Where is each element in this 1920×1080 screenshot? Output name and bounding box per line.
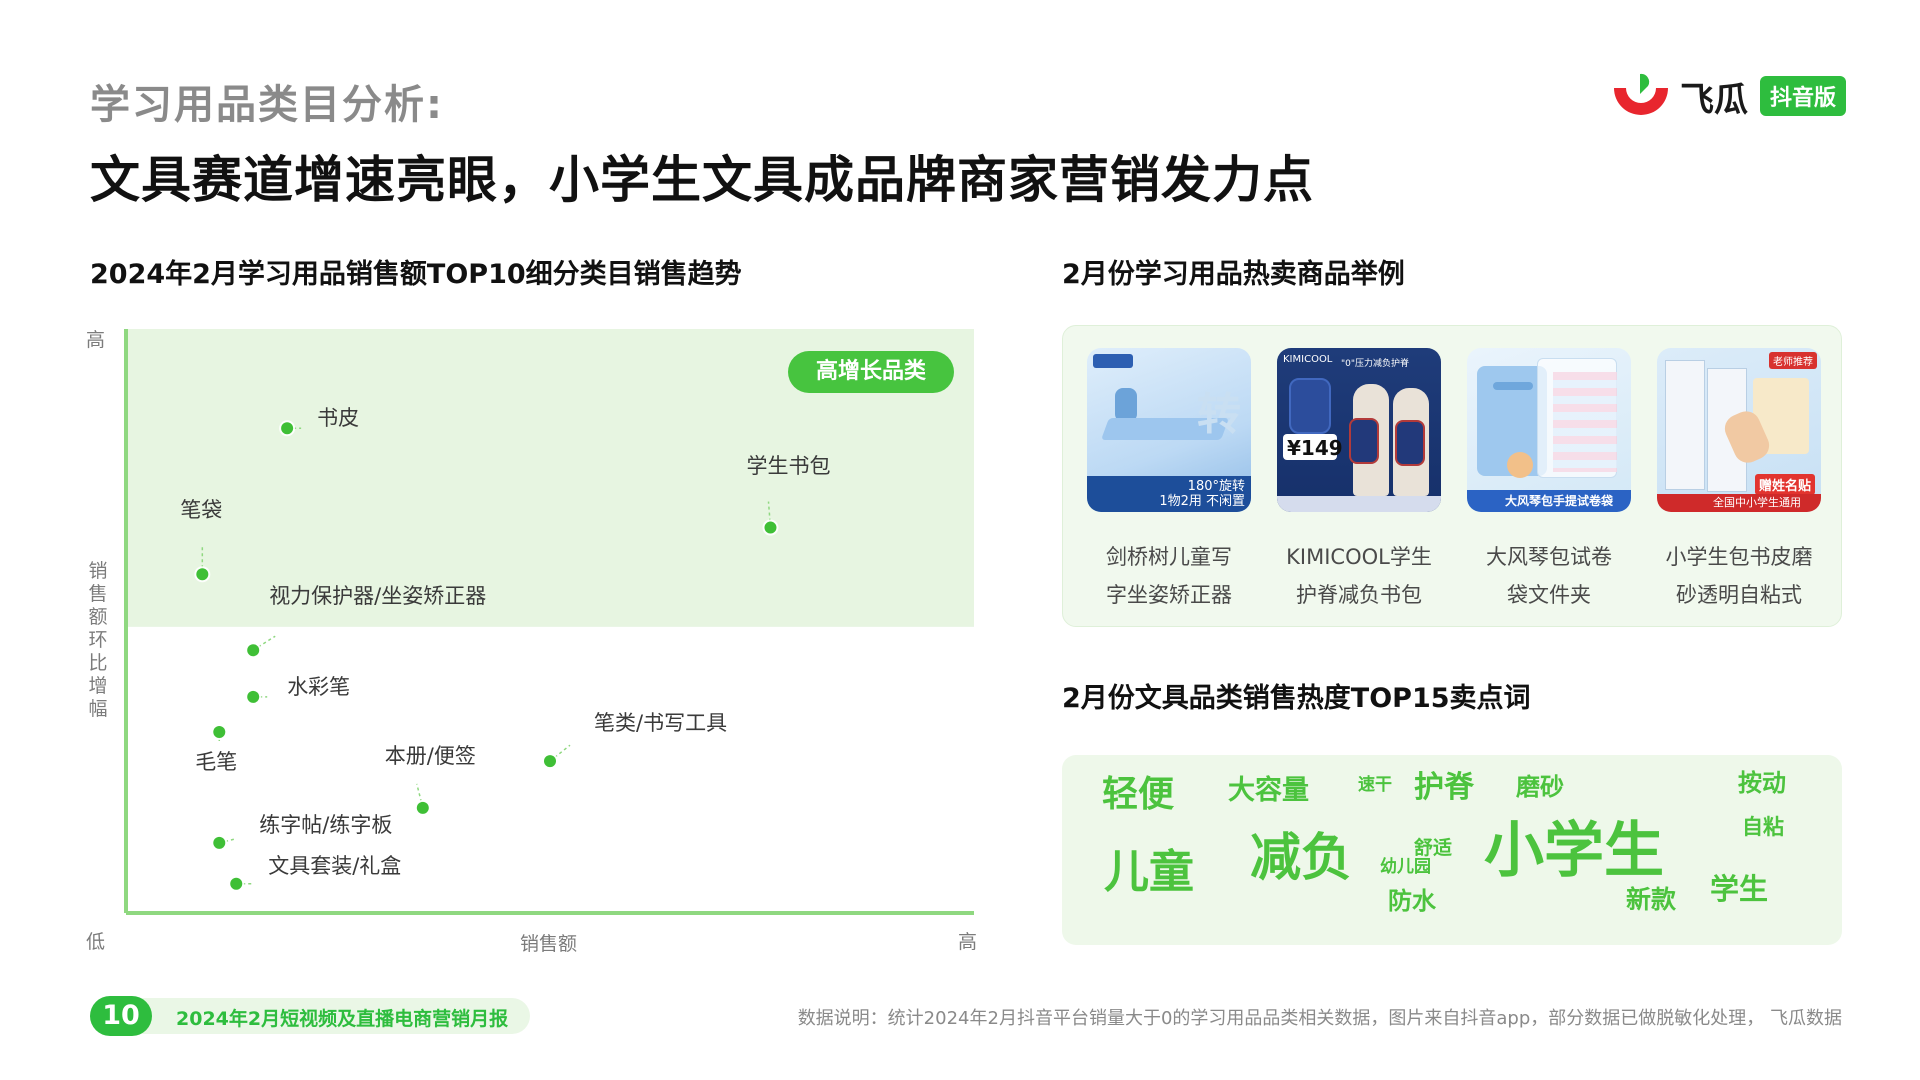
data-point-label: 水彩笔 — [287, 674, 351, 699]
data-point-label: 本册/便签 — [384, 743, 476, 768]
keyword: 按动 — [1738, 769, 1786, 797]
keyword: 儿童 — [1104, 845, 1195, 898]
data-point-label: 视力保护器/坐姿矫正器 — [269, 584, 487, 609]
product-name: 小学生包书皮磨 砂透明自粘式 — [1665, 545, 1813, 607]
keyword: 自粘 — [1742, 815, 1784, 839]
page-title: 文具赛道增速亮眼，小学生文具成品牌商家营销发力点 — [90, 151, 1314, 209]
brand-logo: 飞瓜 抖音版 — [1610, 66, 1850, 128]
keywords-section-title: 2月份文具品类销售热度TOP15卖点词 — [1062, 683, 1531, 714]
data-point — [281, 422, 294, 435]
product-thumb-caption: ¥149 — [1287, 436, 1343, 460]
keyword-cloud: 小学生 减负 儿童 轻便 大容量 护脊 新款 学生 磨砂 按动 自粘 防水 舒适… — [1062, 755, 1842, 945]
data-point — [247, 690, 260, 703]
product-thumb-caption: 全国中小学生通用 — [1713, 496, 1801, 509]
product-thumb-sub: "0"压力减负护脊 — [1341, 359, 1410, 369]
keyword: 减负 — [1250, 829, 1353, 888]
product-thumbnail: 转 180°旋转 1物2用 不闲置 — [1087, 348, 1251, 512]
logo-badge: 抖音版 — [1760, 76, 1847, 116]
data-point — [213, 725, 226, 738]
footer-data-note: 数据说明：统计2024年2月抖音平台销量大于0的学习用品品类相关数据，图片来自抖… — [797, 1008, 1842, 1029]
keyword: 速干 — [1358, 775, 1392, 795]
y-axis-low-label: 低 — [86, 931, 106, 953]
hot-products-card: 转 180°旋转 1物2用 不闲置 剑桥树儿童写 字坐姿矫正器 KIMICOOL… — [1062, 325, 1842, 627]
product-card[interactable]: 转 180°旋转 1物2用 不闲置 剑桥树儿童写 字坐姿矫正器 — [1087, 348, 1251, 614]
data-point — [764, 521, 777, 534]
data-point — [416, 801, 429, 814]
data-point-label: 笔袋 — [180, 498, 223, 523]
data-point-label: 书皮 — [317, 406, 360, 431]
logo-text: 飞瓜 — [1680, 80, 1748, 120]
page-kicker: 学习用品类目分析: — [90, 82, 444, 128]
data-point — [213, 836, 226, 849]
data-point — [196, 568, 209, 581]
product-card[interactable]: 老师推荐 赠姓名贴 全国中小学生通用 小学生包书皮磨 砂透明自粘式 — [1657, 348, 1821, 614]
high-growth-zone-badge: 高增长品类 — [788, 351, 954, 393]
product-name: 大风琴包试卷 袋文件夹 — [1486, 545, 1612, 607]
hot-products-section-title: 2月份学习用品热卖商品举例 — [1062, 259, 1405, 290]
data-point-label: 学生书包 — [746, 453, 831, 478]
product-thumbnail: 老师推荐 赠姓名贴 全国中小学生通用 — [1657, 348, 1821, 512]
data-point-label: 练字帖/练字板 — [259, 812, 393, 837]
data-point — [544, 755, 556, 768]
keyword: 学生 — [1710, 872, 1769, 906]
x-axis-high-label: 高 — [958, 931, 978, 953]
y-axis-label: 销售额环比增幅 — [88, 560, 108, 720]
page-number: 10 — [90, 996, 152, 1036]
trend-section-title: 2024年2月学习用品销售额TOP10细分类目销售趋势 — [90, 259, 742, 290]
keyword: 大容量 — [1228, 775, 1309, 806]
product-thumb-brand: KIMICOOL — [1283, 354, 1333, 365]
data-point-label: 文具套装/礼盒 — [268, 853, 402, 878]
keyword: 幼儿园 — [1380, 857, 1431, 877]
data-point-label: 笔类/书写工具 — [594, 711, 728, 736]
keyword: 小学生 — [1484, 816, 1664, 886]
data-point-label: 毛笔 — [195, 749, 238, 774]
logo-mark-icon — [1614, 73, 1668, 115]
product-name: 剑桥树儿童写 字坐姿矫正器 — [1106, 545, 1232, 607]
footer-report-name: 2024年2月短视频及直播电商营销月报 — [176, 1008, 509, 1030]
product-thumb-sub: 赠姓名贴 — [1754, 474, 1815, 495]
product-name: KIMICOOL学生 护脊减负书包 — [1286, 545, 1432, 607]
product-card[interactable]: 大风琴包手提试卷袋 大风琴包试卷 袋文件夹 — [1467, 348, 1631, 614]
data-point — [247, 644, 260, 657]
x-axis-label: 销售额 — [520, 933, 578, 955]
keyword: 护脊 — [1414, 770, 1474, 805]
product-thumb-brand: 老师推荐 — [1769, 352, 1817, 369]
keyword: 轻便 — [1102, 774, 1175, 815]
product-thumb-caption: 大风琴包手提试卷袋 — [1505, 494, 1614, 508]
data-point — [230, 877, 243, 890]
product-thumb-caption: 1物2用 不闲置 — [1159, 494, 1245, 509]
keyword: 舒适 — [1414, 837, 1453, 859]
product-card[interactable]: KIMICOOL "0"压力减负护脊 ¥149 KIMICOOL学生 护脊减负书… — [1277, 348, 1441, 614]
y-axis-high-label: 高 — [86, 329, 106, 351]
keyword: 防水 — [1388, 887, 1436, 915]
scatter-chart: 高 低 销售额环比增幅 销售额 高 高增长品类 书皮学生书包笔袋视力保护器/坐姿… — [80, 315, 1000, 955]
keyword: 新款 — [1626, 885, 1677, 914]
product-thumbnail: KIMICOOL "0"压力减负护脊 ¥149 — [1277, 348, 1441, 512]
product-thumbnail: 大风琴包手提试卷袋 — [1467, 348, 1631, 512]
scatter-plot — [124, 329, 974, 915]
keyword: 磨砂 — [1516, 773, 1564, 801]
